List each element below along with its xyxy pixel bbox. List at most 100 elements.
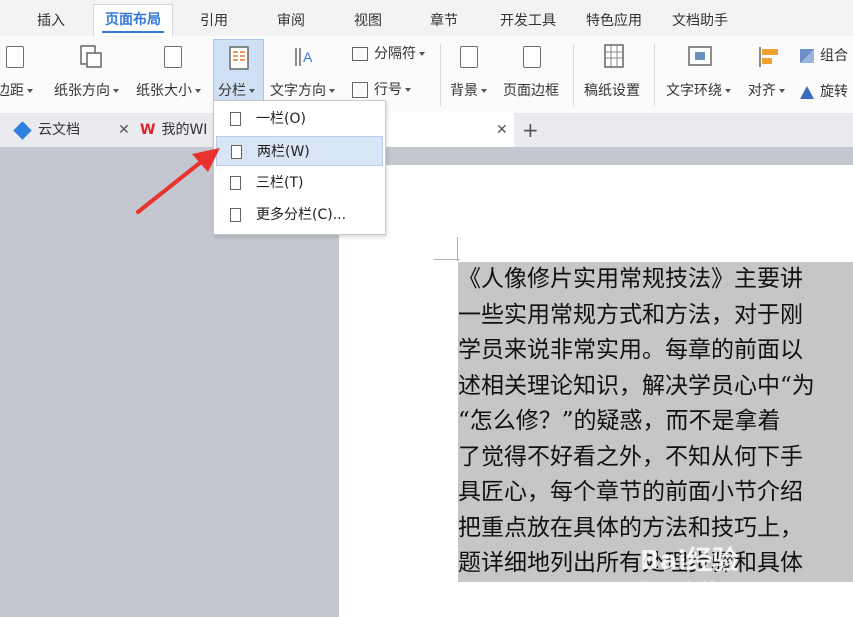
page-border-button[interactable]: 页面边框 [503,36,565,113]
text-line: 一些实用常规方式和方法，对于刚 [458,297,853,333]
margin-icon [6,46,24,68]
page-border-icon [523,46,541,68]
line-number-button[interactable]: 行号 [352,79,411,99]
text-line: 《人像修片实用常规技法》主要讲 [458,262,853,298]
menu-item-three-columns[interactable]: 三栏(T) [216,168,383,198]
chevron-down-icon [419,52,425,56]
text-line: 述相关理论知识，解决学员心中“为 [458,368,853,404]
document-tab-bar: 云文档 ✕ W 我的WI ✕ + [0,113,853,147]
menu-item-label: 一栏(O) [256,111,306,127]
columns-dropdown-menu: 一栏(O) 两栏(W) 三栏(T) 更多分栏(C)... [213,100,386,235]
arrow-head [192,148,220,172]
align-button[interactable]: 对齐 [748,36,792,113]
chevron-down-icon [405,88,411,92]
page-icon [230,176,241,190]
background-icon [460,46,478,68]
arrow-shaft [136,156,208,214]
align-icon [758,46,782,72]
background-label: 背景 [450,83,478,99]
background-button[interactable]: 背景 [450,36,494,113]
text-line: “怎么修？”的疑惑，而不是拿着 [458,404,853,440]
doc-tab-my-doc-label: 我的WI [161,122,208,138]
crop-mark [457,237,458,261]
tab-chapter[interactable]: 章节 [418,8,470,34]
ribbon-tab-bar: 插入 页面布局 引用 审阅 视图 章节 开发工具 特色应用 文档助手 [0,0,853,37]
paper-size-button[interactable]: 纸张大小 [136,36,210,113]
chevron-down-icon [779,89,785,93]
tab-page-layout[interactable]: 页面布局 [93,4,173,36]
close-icon[interactable]: ✕ [496,113,508,147]
wps-logo-icon: W [140,122,156,138]
watermark-url: jingyan.baidu.com [640,579,751,593]
tab-references[interactable]: 引用 [188,8,240,34]
doc-tab-current[interactable]: ✕ [384,113,514,147]
separator-label: 分隔符 [374,46,416,62]
annotation-arrow [136,148,220,214]
text-line: 了觉得不好看之外，不知从何下手 [458,439,853,475]
chevron-down-icon [113,89,119,93]
text-wrap-button[interactable]: 文字环绕 [666,36,742,113]
group-button[interactable]: 组合 [800,45,848,65]
page-icon [230,112,241,126]
line-number-icon [352,82,368,98]
orientation-button[interactable]: 纸张方向 [54,36,128,113]
text-wrap-label: 文字环绕 [666,83,722,99]
rotate-label: 旋转 [820,84,848,100]
tab-doc-assistant[interactable]: 文档助手 [661,8,739,34]
doc-tab-cloud[interactable]: 云文档 ✕ [13,113,134,147]
tab-developer[interactable]: 开发工具 [490,8,566,34]
paper-size-label: 纸张大小 [136,83,192,99]
divider [654,44,655,106]
menu-item-more-columns[interactable]: 更多分栏(C)... [216,200,383,230]
chevron-down-icon [481,89,487,93]
margin-button[interactable]: 页边距 [0,36,44,113]
margin-label: 页边距 [0,83,24,99]
tab-insert[interactable]: 插入 [26,8,76,34]
orientation-icon [78,44,104,74]
manuscript-label: 稿纸设置 [584,83,640,99]
paper-size-icon [164,46,182,68]
page-icon [230,208,241,222]
ribbon-toolbar: 页边距 纸张方向 纸张大小 分栏 A 文字方向 分隔符 行号 背景 [0,36,853,114]
columns-label: 分栏 [218,83,246,99]
cloud-icon [13,120,32,140]
chevron-down-icon [725,89,731,93]
chevron-down-icon [195,89,201,93]
separator-icon [352,47,368,61]
text-line: 学员来说非常实用。每章的前面以 [458,333,853,369]
line-number-label: 行号 [374,82,402,98]
columns-icon [229,46,249,74]
baidu-watermark: Bai经验 jingyan.baidu.com [640,540,751,593]
separator-button[interactable]: 分隔符 [352,43,425,63]
rotate-button[interactable]: 旋转 [800,81,848,101]
orientation-label: 纸张方向 [54,83,110,99]
tab-view[interactable]: 视图 [342,8,394,34]
group-label: 组合 [820,48,848,64]
tab-special[interactable]: 特色应用 [576,8,652,34]
text-line: 具匠心，每个章节的前面小节介绍 [458,475,853,511]
text-direction-label: 文字方向 [270,83,326,99]
align-label: 对齐 [748,83,776,99]
tab-review[interactable]: 审阅 [265,8,317,34]
chevron-down-icon [27,89,33,93]
watermark-brand: Bai经验 [640,546,739,576]
group-icon [800,49,814,63]
divider [440,44,441,106]
menu-item-label: 两栏(W) [257,144,310,160]
manuscript-icon [604,44,624,72]
menu-item-label: 三栏(T) [256,175,304,191]
columns-button[interactable]: 分栏 [213,39,264,101]
rotate-icon [800,85,814,99]
manuscript-settings-button[interactable]: 稿纸设置 [584,36,646,113]
menu-item-one-column[interactable]: 一栏(O) [216,104,383,134]
chevron-down-icon [249,89,255,93]
new-tab-button[interactable]: + [522,113,542,147]
page-border-label: 页面边框 [503,83,559,99]
text-wrap-icon [688,46,712,70]
doc-tab-cloud-label: 云文档 [38,122,80,138]
chevron-down-icon [329,89,335,93]
menu-item-label: 更多分栏(C)... [256,207,347,223]
close-icon[interactable]: ✕ [118,113,130,147]
document-text[interactable]: 《人像修片实用常规技法》主要讲 一些实用常规方式和方法，对于刚 学员来说非常实用… [458,262,853,582]
menu-item-two-columns[interactable]: 两栏(W) [216,136,383,166]
